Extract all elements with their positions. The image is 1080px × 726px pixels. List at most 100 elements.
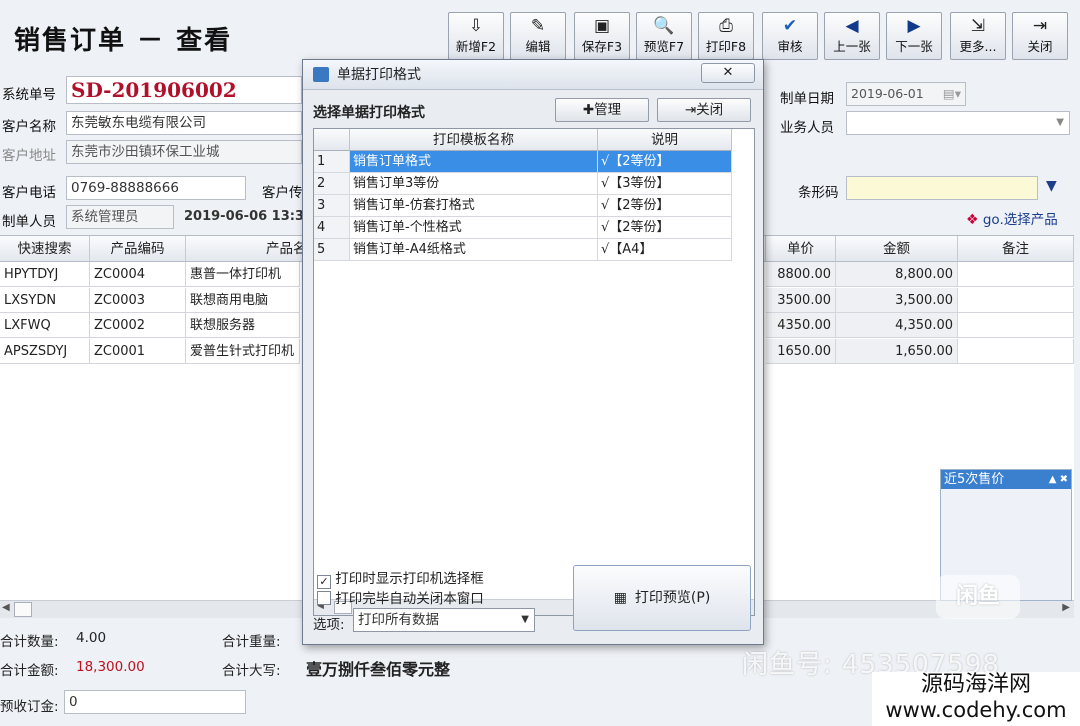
template-cell-no[interactable]: 3	[314, 195, 350, 217]
auto-close-label: 打印完毕自动关闭本窗口	[335, 591, 484, 607]
grid-cell-amount[interactable]: 4,350.00	[836, 313, 958, 338]
grid-cell-name[interactable]: 联想服务器	[186, 313, 300, 338]
grid-cell-price[interactable]: 1650.00	[766, 338, 836, 364]
col-header-desc[interactable]: 说明	[598, 129, 732, 151]
sysno-field[interactable]: SD-201906002	[66, 76, 302, 104]
address-field[interactable]: 东莞市沙田镇环保工业城	[66, 140, 302, 164]
grid-cell-amount[interactable]: 8,800.00	[836, 262, 958, 287]
show-printer-option[interactable]: ✓ 打印时显示打印机选择框	[317, 567, 484, 589]
chevron-down-icon[interactable]: ▼	[1056, 112, 1064, 134]
grid-cell-note[interactable]	[958, 338, 1074, 364]
toolbar-button-0[interactable]: ⇩ 新增F2	[448, 12, 504, 60]
customer-field[interactable]: 东莞敏东电缆有限公司	[66, 111, 302, 135]
template-cell-desc[interactable]: √【2等份】	[598, 217, 732, 239]
grid-cell-name[interactable]: 惠普一体打印机	[186, 262, 300, 287]
toolbar-button-2[interactable]: ▣ 保存F3	[574, 12, 630, 60]
scroll-right-icon[interactable]: ▶	[1062, 602, 1070, 613]
grid-cell-code[interactable]: ZC0001	[90, 338, 186, 364]
more-icon: ⇲	[970, 16, 986, 36]
amount-label: 合计金额:	[0, 663, 59, 679]
toolbar-label: 保存F3	[581, 39, 623, 54]
grid-cell-search[interactable]: APSZSDYJ	[0, 338, 90, 364]
plus-icon: ✚	[582, 102, 595, 118]
col-header-search[interactable]: 快速搜索	[0, 236, 90, 262]
option-select[interactable]: 打印所有数据 ▼	[353, 608, 535, 632]
barcode-dropdown-icon[interactable]: ▼	[1046, 178, 1057, 194]
grid-cell-name[interactable]: 爱普生针式打印机	[186, 338, 300, 364]
grid-cell-search[interactable]: LXFWQ	[0, 313, 90, 338]
grid-cell-price[interactable]: 4350.00	[766, 313, 836, 338]
new-icon: ⇩	[468, 16, 484, 36]
grid-cell-note[interactable]	[958, 287, 1074, 313]
sales-select[interactable]: ▼	[846, 111, 1070, 135]
template-cell-name[interactable]: 销售订单-A4纸格式	[350, 239, 598, 261]
template-cell-name[interactable]: 销售订单-仿套打格式	[350, 195, 598, 217]
date-field[interactable]: 2019-06-01 ▤▾	[846, 82, 966, 106]
template-cell-name[interactable]: 销售订单格式	[350, 151, 598, 173]
grid-cell-name[interactable]: 联想商用电脑	[186, 287, 300, 313]
close-icon: ⇥	[1032, 16, 1048, 36]
deposit-input[interactable]: 0	[64, 690, 246, 714]
template-cell-desc[interactable]: √【3等份】	[598, 173, 732, 195]
calendar-icon[interactable]: ▤▾	[943, 83, 961, 105]
toolbar-button-4[interactable]: ⎙ 打印F8	[698, 12, 754, 60]
qty-value: 4.00	[76, 630, 107, 646]
scroll-left-icon[interactable]: ◀	[2, 602, 10, 613]
creator-field[interactable]: 系统管理员	[66, 205, 174, 229]
toolbar-button-7[interactable]: ▶ 下一张	[886, 12, 942, 60]
dialog-title: 单据打印格式	[337, 67, 421, 83]
template-cell-name[interactable]: 销售订单3等份	[350, 173, 598, 195]
auto-close-option[interactable]: 打印完毕自动关闭本窗口	[317, 587, 484, 607]
xianyu-logo: 闲鱼	[936, 575, 1020, 619]
manage-button[interactable]: ✚管理	[555, 98, 649, 122]
dialog-close-icon[interactable]: ✕	[701, 63, 755, 83]
grid-cell-code[interactable]: ZC0002	[90, 313, 186, 338]
template-cell-no[interactable]: 5	[314, 239, 350, 261]
grid-cell-price[interactable]: 3500.00	[766, 287, 836, 313]
grid-cell-search[interactable]: LXSYDN	[0, 287, 90, 313]
print-preview-button[interactable]: ▦ 打印预览(P)	[573, 565, 751, 631]
panel-controls-icon[interactable]: ▲ ✖	[1049, 470, 1071, 489]
template-cell-no[interactable]: 4	[314, 217, 350, 239]
toolbar-button-1[interactable]: ✎ 编辑	[510, 12, 566, 60]
dialog-close-button[interactable]: ⇥关闭	[657, 98, 751, 122]
auto-close-checkbox[interactable]	[317, 591, 331, 605]
phone-field[interactable]: 0769-88888666	[66, 176, 246, 200]
col-header-amount[interactable]: 金额	[836, 236, 958, 262]
qty-label: 合计数量:	[0, 634, 59, 650]
col-header-price[interactable]: 单价	[766, 236, 836, 262]
sysno-label: 系统单号	[2, 87, 56, 103]
template-cell-no[interactable]: 2	[314, 173, 350, 195]
toolbar-button-5[interactable]: ✔ 审核	[762, 12, 818, 60]
col-header-template-name[interactable]: 打印模板名称	[350, 129, 598, 151]
grid-cell-search[interactable]: HPYTDYJ	[0, 262, 90, 287]
barcode-input[interactable]	[846, 176, 1038, 200]
col-header-note[interactable]: 备注	[958, 236, 1074, 262]
grid-cell-price[interactable]: 8800.00	[766, 262, 836, 287]
template-cell-desc[interactable]: √【2等份】	[598, 195, 732, 217]
toolbar-button-9[interactable]: ⇥ 关闭	[1012, 12, 1068, 60]
grid-cell-code[interactable]: ZC0003	[90, 287, 186, 313]
template-cell-no[interactable]: 1	[314, 151, 350, 173]
next-icon: ▶	[907, 16, 921, 36]
manage-label: 管理	[594, 102, 622, 118]
scroll-thumb[interactable]	[14, 602, 32, 617]
date-value: 2019-06-01	[851, 86, 924, 101]
weight-label: 合计重量:	[222, 634, 281, 650]
template-cell-name[interactable]: 销售订单-个性格式	[350, 217, 598, 239]
creator-label: 制单人员	[2, 214, 56, 230]
grid-cell-code[interactable]: ZC0004	[90, 262, 186, 287]
chevron-down-icon[interactable]: ▼	[521, 609, 529, 631]
toolbar-button-8[interactable]: ⇲ 更多...	[950, 12, 1006, 60]
grid-cell-amount[interactable]: 3,500.00	[836, 287, 958, 313]
grid-cell-note[interactable]	[958, 262, 1074, 287]
toolbar-button-3[interactable]: 🔍 预览F7	[636, 12, 692, 60]
grid-cell-amount[interactable]: 1,650.00	[836, 338, 958, 364]
grid-cell-note[interactable]	[958, 313, 1074, 338]
select-product-link[interactable]: ❖ go.选择产品	[966, 208, 1058, 228]
toolbar-button-6[interactable]: ◀ 上一张	[824, 12, 880, 60]
site-name-cn: 源码海洋网	[920, 672, 1031, 697]
col-header-code[interactable]: 产品编码	[90, 236, 186, 262]
template-cell-desc[interactable]: √【2等份】	[598, 151, 732, 173]
template-cell-desc[interactable]: √【A4】	[598, 239, 732, 261]
